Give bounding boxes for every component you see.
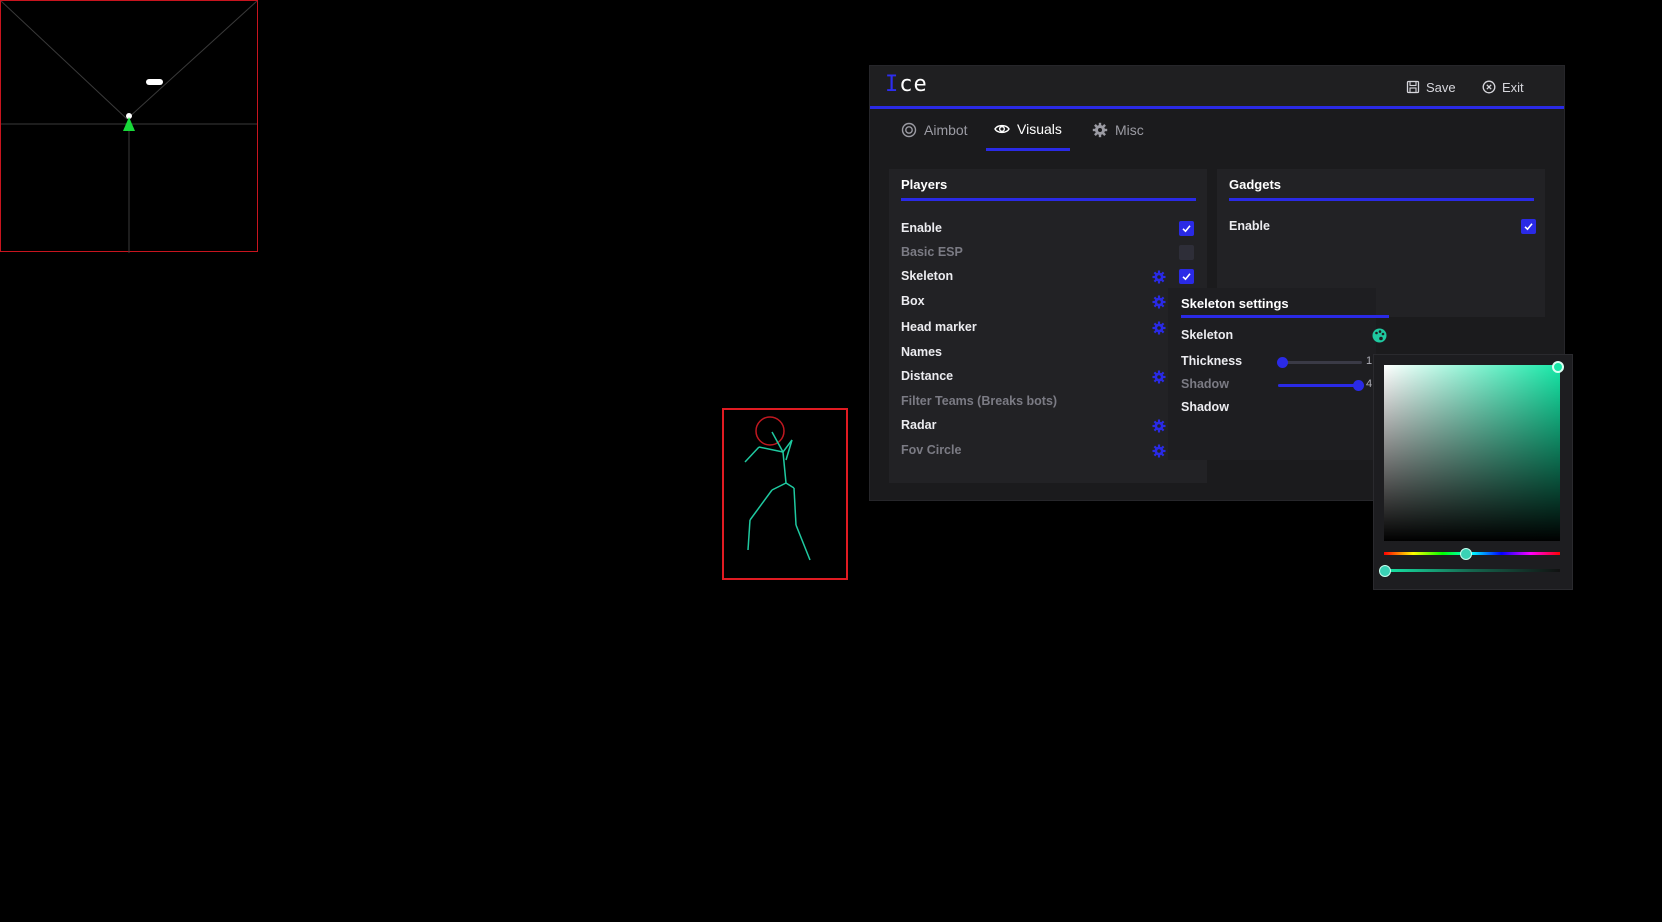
tab-aimbot-label: Aimbot [924, 122, 968, 138]
shadow-slider-fill [1278, 384, 1358, 387]
tab-bar: Aimbot Visuals Misc [870, 109, 1564, 153]
saturation-value-area[interactable] [1384, 361, 1564, 541]
players-box-settings-gear-icon[interactable] [1152, 295, 1166, 309]
checkmark-icon [1524, 223, 1533, 231]
save-label: Save [1426, 79, 1456, 95]
tab-misc-label: Misc [1115, 122, 1144, 138]
players-names-label: Names [901, 345, 942, 359]
color-picker [1374, 355, 1572, 589]
gear-icon [1092, 122, 1108, 138]
gadgets-title: Gadgets [1229, 177, 1282, 192]
save-button[interactable]: Save [1406, 77, 1456, 97]
alpha-slider[interactable] [1379, 565, 1560, 577]
shadow-value: 4 [1366, 378, 1373, 390]
radar-graphic [1, 1, 258, 253]
hue-slider[interactable] [1384, 548, 1560, 560]
players-filter-teams-breaks-bots-label: Filter Teams (Breaks bots) [901, 394, 1058, 408]
tab-visuals[interactable]: Visuals [986, 109, 1070, 151]
players-basic-esp-checkbox[interactable] [1179, 245, 1194, 260]
radar-enemy-marker [146, 79, 163, 85]
thickness-value: 1 [1366, 355, 1373, 367]
save-icon [1406, 80, 1420, 94]
app-logo: Ice [885, 72, 928, 97]
skeleton-settings-underline [1181, 315, 1389, 318]
radar-overlay [0, 0, 258, 253]
thickness-slider-knob[interactable] [1277, 357, 1289, 368]
player-skeleton [744, 416, 811, 561]
players-fov-circle-settings-gear-icon[interactable] [1152, 444, 1166, 458]
shadow-slider-label: Shadow [1181, 377, 1229, 391]
skeleton-settings-title: Skeleton settings [1181, 296, 1289, 311]
checkmark-icon [1182, 273, 1191, 281]
hue-slider-knob[interactable] [1459, 548, 1472, 560]
shadow-slider-knob[interactable] [1352, 380, 1364, 391]
players-enable-label: Enable [901, 221, 942, 235]
players-head-marker-settings-gear-icon[interactable] [1152, 321, 1166, 335]
players-skeleton-checkbox[interactable] [1179, 269, 1194, 284]
tab-visuals-label: Visuals [1017, 120, 1062, 137]
skeleton-settings-popup: Skeleton settings Skeleton Thickness 1 S… [1168, 288, 1389, 460]
players-distance-label: Distance [901, 369, 954, 383]
players-radar-label: Radar [901, 418, 937, 432]
close-circle-icon [1482, 80, 1496, 94]
players-box-label: Box [901, 294, 925, 308]
game-screen: Ice Save Exit Aimbot Visuals Misc Player… [0, 0, 1662, 922]
skeleton-color-label: Skeleton [1181, 328, 1234, 342]
shadow-slider[interactable] [1278, 380, 1364, 391]
players-head-marker-label: Head marker [901, 320, 977, 334]
thickness-slider[interactable] [1277, 357, 1362, 368]
tab-misc[interactable]: Misc [1084, 109, 1152, 151]
players-title-underline [901, 198, 1196, 201]
exit-label: Exit [1502, 79, 1524, 95]
exit-button[interactable]: Exit [1482, 77, 1524, 97]
player-esp-box [722, 408, 848, 580]
color-selector-knob[interactable] [1552, 361, 1564, 373]
gadgets-title-underline [1229, 198, 1534, 201]
target-icon [901, 122, 917, 138]
tab-aimbot[interactable]: Aimbot [893, 109, 976, 151]
palette-icon[interactable] [1372, 328, 1387, 343]
eye-icon [994, 124, 1010, 133]
alpha-slider-knob[interactable] [1379, 565, 1391, 577]
players-basic-esp-label: Basic ESP [901, 245, 963, 259]
thickness-label: Thickness [1181, 354, 1243, 368]
logo-accent-letter: I [885, 72, 900, 97]
players-fov-circle-label: Fov Circle [901, 443, 962, 457]
shadow-toggle-label: Shadow [1181, 400, 1229, 414]
head-marker [755, 416, 785, 446]
players-panel: Players Enable Basic ESP Skeleton Box Head m… [889, 169, 1207, 483]
gadgets-enable-checkbox[interactable] [1521, 219, 1536, 234]
players-radar-settings-gear-icon[interactable] [1152, 419, 1166, 433]
logo-text: ce [899, 72, 928, 97]
players-skeleton-settings-gear-icon[interactable] [1152, 270, 1166, 284]
menu-header[interactable]: Ice Save Exit [870, 66, 1564, 109]
players-enable-checkbox[interactable] [1179, 221, 1194, 236]
players-skeleton-label: Skeleton [901, 269, 954, 283]
players-title: Players [901, 177, 948, 192]
gadgets-enable-label: Enable [1229, 219, 1270, 233]
checkmark-icon [1182, 225, 1191, 233]
players-distance-settings-gear-icon[interactable] [1152, 370, 1166, 384]
